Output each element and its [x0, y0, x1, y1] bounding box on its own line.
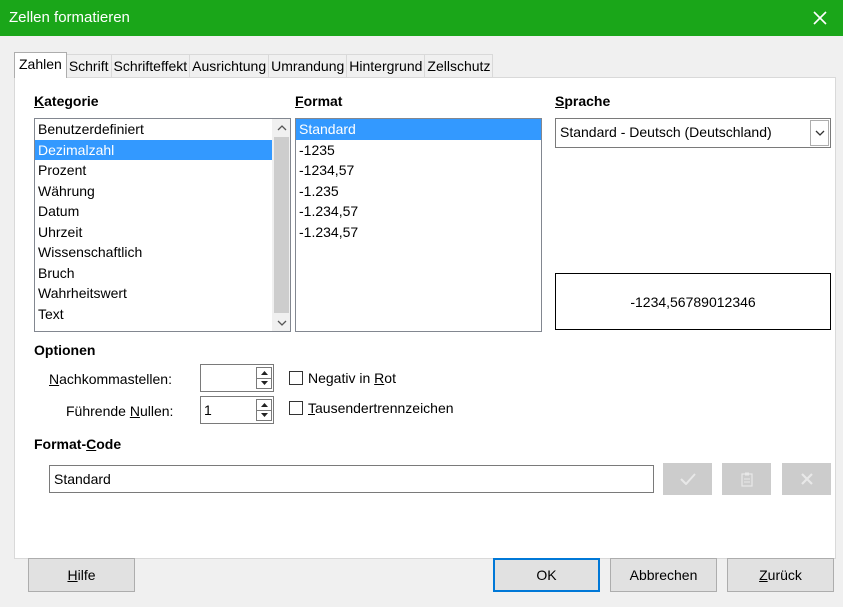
tausendertrennzeichen-checkbox[interactable]: Tausendertrennzeichen — [289, 400, 454, 416]
tab-panel-zahlen: Kategorie Benutzerdefiniert Dezimalzahl … — [14, 77, 836, 559]
sprache-heading: Sprache — [555, 93, 611, 109]
list-item[interactable]: Benutzerdefiniert — [35, 119, 290, 140]
chevron-up-icon — [277, 124, 286, 130]
window-title: Zellen formatieren — [9, 9, 130, 26]
list-item[interactable]: Text — [35, 304, 290, 325]
tab-zahlen[interactable]: Zahlen — [14, 52, 67, 78]
stepper-arrows — [256, 367, 272, 389]
tab-bar: Zahlen Schrift Schrifteffekt Ausrichtung… — [14, 52, 494, 78]
kategorie-items: Benutzerdefiniert Dezimalzahl Prozent Wä… — [35, 119, 290, 324]
sprache-select[interactable]: Standard - Deutsch (Deutschland) — [555, 118, 831, 148]
scroll-up-button[interactable] — [273, 119, 290, 136]
close-icon — [813, 11, 827, 25]
stepper-up-button[interactable] — [257, 368, 271, 379]
preview-text: -1234,56789012346 — [630, 293, 756, 310]
stepper-down-button[interactable] — [257, 411, 271, 421]
tab-schrifteffekt[interactable]: Schrifteffekt — [110, 54, 191, 78]
stepper-down-button[interactable] — [257, 379, 271, 389]
nachkommastellen-label: Nachkommastellen: — [49, 371, 172, 387]
stepper-arrows — [256, 399, 272, 421]
list-item[interactable]: Datum — [35, 201, 290, 222]
tausendertrennzeichen-label: Tausendertrennzeichen — [308, 400, 454, 416]
checkbox-box[interactable] — [289, 371, 303, 385]
abbrechen-button[interactable]: Abbrechen — [610, 558, 717, 592]
optionen-heading: Optionen — [34, 342, 96, 358]
format-code-input[interactable]: Standard — [49, 465, 654, 493]
hilfe-button[interactable]: Hilfe — [28, 558, 135, 592]
chevron-down-icon — [277, 320, 286, 326]
dropdown-button[interactable] — [810, 120, 829, 146]
kategorie-heading: Kategorie — [34, 93, 99, 109]
fuehrende-nullen-label: Führende Nullen: — [66, 403, 174, 419]
apply-format-button[interactable] — [663, 463, 712, 495]
edit-comment-button[interactable] — [722, 463, 771, 495]
list-item[interactable]: Wissenschaftlich — [35, 242, 290, 263]
close-button[interactable] — [797, 0, 843, 36]
tab-hintergrund[interactable]: Hintergrund — [346, 54, 426, 78]
kategorie-listbox[interactable]: Benutzerdefiniert Dezimalzahl Prozent Wä… — [34, 118, 291, 332]
sprache-value: Standard - Deutsch (Deutschland) — [560, 124, 772, 140]
format-heading: Format — [295, 93, 343, 109]
clipboard-icon — [740, 472, 753, 487]
list-item[interactable]: -1.234,57 — [296, 201, 541, 222]
list-item-selected[interactable]: Standard — [296, 119, 541, 140]
format-preview: -1234,56789012346 — [555, 273, 831, 330]
list-item[interactable]: Währung — [35, 181, 290, 202]
negativ-rot-checkbox[interactable]: Negativ in Rot — [289, 370, 396, 386]
triangle-down-icon — [260, 413, 268, 418]
triangle-down-icon — [260, 381, 268, 386]
list-item-selected[interactable]: Dezimalzahl — [35, 139, 272, 160]
nachkommastellen-stepper[interactable] — [200, 364, 274, 392]
list-item[interactable]: Wahrheitswert — [35, 283, 290, 304]
kategorie-scrollbar[interactable] — [272, 119, 290, 331]
scroll-thumb[interactable] — [274, 137, 289, 313]
tab-zellschutz[interactable]: Zellschutz — [424, 54, 494, 78]
delete-icon — [800, 473, 813, 485]
negativ-rot-label: Negativ in Rot — [308, 370, 396, 386]
title-bar: Zellen formatieren — [0, 0, 843, 36]
tab-ausrichtung[interactable]: Ausrichtung — [189, 54, 270, 78]
zurueck-button[interactable]: Zurück — [727, 558, 834, 592]
fuehrende-nullen-stepper[interactable]: 1 — [200, 396, 274, 424]
list-item[interactable]: -1.235 — [296, 181, 541, 202]
dialog-body: Zahlen Schrift Schrifteffekt Ausrichtung… — [0, 36, 843, 607]
list-item[interactable]: Uhrzeit — [35, 222, 290, 243]
format-listbox[interactable]: Standard -1235 -1234,57 -1.235 -1.234,57… — [295, 118, 542, 332]
list-item[interactable]: Prozent — [35, 160, 290, 181]
ok-button[interactable]: OK — [493, 558, 600, 592]
format-code-heading: Format-Code — [34, 436, 122, 452]
stepper-up-button[interactable] — [257, 400, 271, 411]
list-item[interactable]: -1235 — [296, 140, 541, 161]
format-code-value: Standard — [54, 471, 111, 487]
list-item[interactable]: -1.234,57 — [296, 222, 541, 243]
checkbox-box[interactable] — [289, 401, 303, 415]
scroll-down-button[interactable] — [273, 314, 290, 331]
triangle-up-icon — [260, 370, 268, 375]
delete-format-button[interactable] — [782, 463, 831, 495]
list-item[interactable]: -1234,57 — [296, 160, 541, 181]
list-item[interactable]: Bruch — [35, 263, 290, 284]
triangle-up-icon — [260, 402, 268, 407]
chevron-down-icon — [815, 130, 824, 136]
fuehrende-nullen-value: 1 — [204, 402, 212, 418]
tab-umrandung[interactable]: Umrandung — [268, 54, 348, 78]
checkmark-icon — [679, 473, 696, 485]
tab-schrift[interactable]: Schrift — [65, 54, 112, 78]
